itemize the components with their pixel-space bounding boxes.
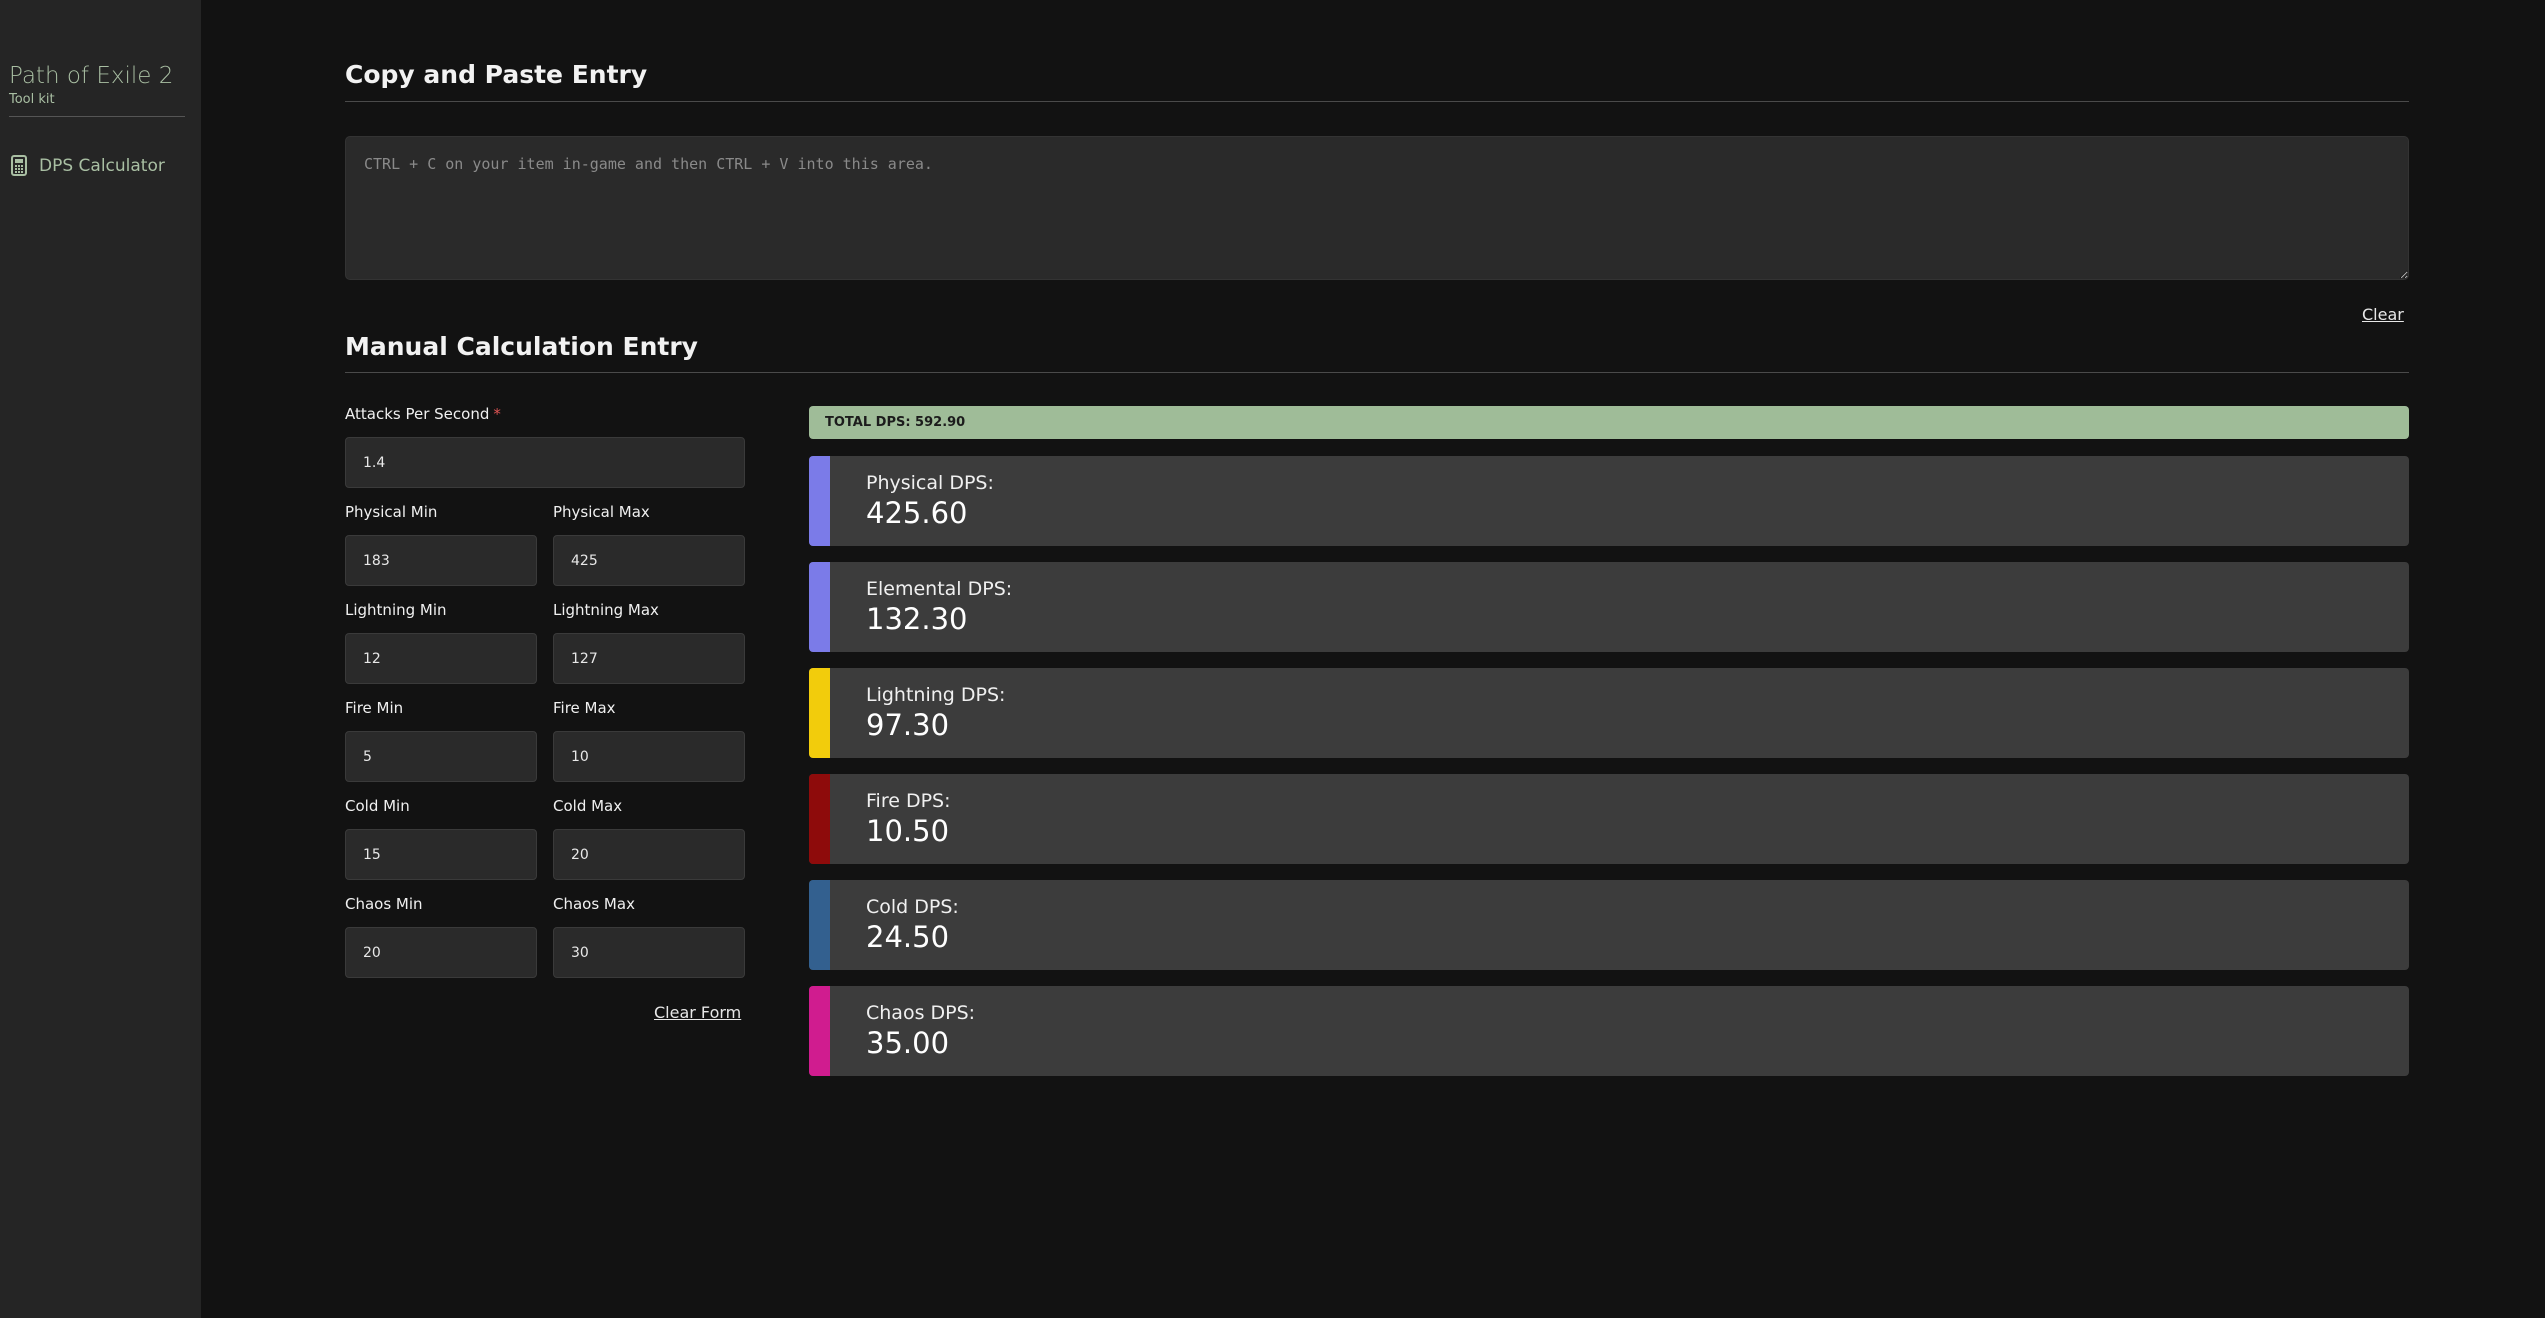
lightning-min-input[interactable]: [345, 633, 537, 684]
physical-max-input[interactable]: [553, 535, 745, 586]
aps-label: Attacks Per Second *: [345, 405, 501, 423]
dps-label: Physical DPS:: [866, 472, 994, 494]
app-title: Path of Exile 2: [9, 63, 174, 89]
fire-max-input[interactable]: [553, 731, 745, 782]
app-subtitle: Tool kit: [9, 92, 55, 107]
physical-min-input[interactable]: [345, 535, 537, 586]
total-dps-bar: TOTAL DPS: 592.90: [809, 406, 2409, 439]
cold-dps-card: Cold DPS: 24.50: [809, 880, 2409, 970]
fire-min-label: Fire Min: [345, 699, 404, 717]
dps-color-stripe: [809, 986, 830, 1076]
chaos-min-label: Chaos Min: [345, 895, 423, 913]
paste-section-divider: [345, 101, 2409, 102]
dps-color-stripe: [809, 668, 830, 758]
sidebar-item-dps-calculator[interactable]: DPS Calculator: [11, 155, 165, 176]
cold-max-label: Cold Max: [553, 797, 623, 815]
fire-max-label: Fire Max: [553, 699, 616, 717]
lightning-min-label: Lightning Min: [345, 601, 447, 619]
cold-min-label: Cold Min: [345, 797, 410, 815]
physical-dps-card: Physical DPS: 425.60: [809, 456, 2409, 546]
lightning-max-input[interactable]: [553, 633, 745, 684]
dps-label: Fire DPS:: [866, 790, 951, 812]
chaos-max-label: Chaos Max: [553, 895, 635, 913]
dps-value: 35.00: [866, 1026, 950, 1060]
dps-label: Chaos DPS:: [866, 1002, 976, 1024]
dps-color-stripe: [809, 774, 830, 864]
dps-value: 10.50: [866, 814, 950, 848]
sidebar-item-label: DPS Calculator: [39, 155, 165, 176]
brand: Path of Exile 2 Tool kit: [9, 62, 173, 108]
cold-max-input[interactable]: [553, 829, 745, 880]
fire-min-input[interactable]: [345, 731, 537, 782]
dps-value: 24.50: [866, 920, 950, 954]
dps-value: 132.30: [866, 602, 968, 636]
sidebar-divider: [9, 116, 185, 117]
calculator-icon: [11, 155, 27, 176]
chaos-min-input[interactable]: [345, 927, 537, 978]
sidebar: Path of Exile 2 Tool kit DPS Calculator: [0, 0, 201, 1318]
manual-section-divider: [345, 372, 2409, 373]
dps-color-stripe: [809, 456, 830, 546]
dps-color-stripe: [809, 562, 830, 652]
elemental-dps-card: Elemental DPS: 132.30: [809, 562, 2409, 652]
clear-paste-button[interactable]: Clear: [2362, 305, 2404, 324]
required-marker: *: [493, 405, 501, 423]
dps-label: Elemental DPS:: [866, 578, 1013, 600]
physical-max-label: Physical Max: [553, 503, 650, 521]
dps-label: Cold DPS:: [866, 896, 959, 918]
lightning-dps-card: Lightning DPS: 97.30: [809, 668, 2409, 758]
fire-dps-card: Fire DPS: 10.50: [809, 774, 2409, 864]
manual-section-title: Manual Calculation Entry: [345, 332, 698, 361]
item-paste-textarea[interactable]: [345, 136, 2409, 280]
dps-color-stripe: [809, 880, 830, 970]
dps-value: 97.30: [866, 708, 950, 742]
aps-label-text: Attacks Per Second: [345, 405, 490, 423]
paste-section-title: Copy and Paste Entry: [345, 60, 648, 89]
physical-min-label: Physical Min: [345, 503, 438, 521]
aps-input[interactable]: [345, 437, 745, 488]
total-dps-text: TOTAL DPS: 592.90: [825, 415, 966, 430]
dps-label: Lightning DPS:: [866, 684, 1006, 706]
dps-value: 425.60: [866, 496, 968, 530]
chaos-dps-card: Chaos DPS: 35.00: [809, 986, 2409, 1076]
cold-min-input[interactable]: [345, 829, 537, 880]
lightning-max-label: Lightning Max: [553, 601, 659, 619]
clear-form-button[interactable]: Clear Form: [654, 1003, 741, 1022]
chaos-max-input[interactable]: [553, 927, 745, 978]
